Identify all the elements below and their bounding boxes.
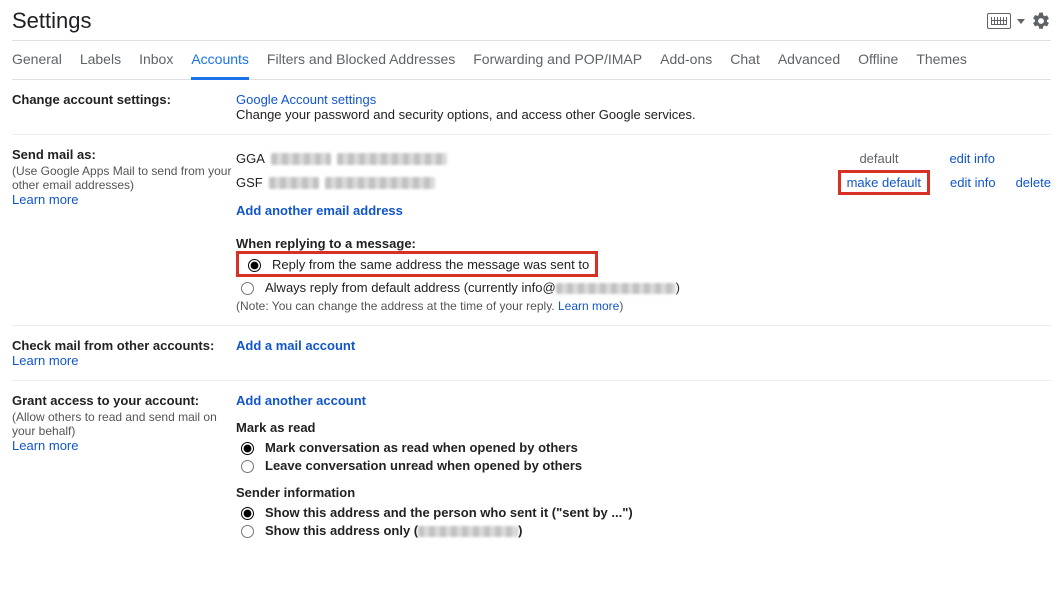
section-check-mail: Check mail from other accounts: Learn mo… <box>12 326 1051 381</box>
redacted-text <box>337 153 447 165</box>
sender-only-label: Show this address only () <box>265 523 522 538</box>
sender-full-label: Show this address and the person who sen… <box>265 505 633 520</box>
sender-info-heading: Sender information <box>236 485 1051 500</box>
tab-offline[interactable]: Offline <box>858 51 898 79</box>
sender-full-radio[interactable] <box>241 507 254 520</box>
keyboard-icon[interactable] <box>987 13 1011 29</box>
mark-read-radio[interactable] <box>241 442 254 455</box>
send-mail-learn-more[interactable]: Learn more <box>12 192 78 207</box>
section-send-mail-as: Send mail as: (Use Google Apps Mail to s… <box>12 135 1051 326</box>
mark-unread-radio[interactable] <box>241 460 254 473</box>
send-as-status: default <box>859 151 929 166</box>
send-mail-sub: (Use Google Apps Mail to send from your … <box>12 164 236 192</box>
make-default-link[interactable]: make default <box>847 175 921 190</box>
grant-access-sub: (Allow others to read and send mail on y… <box>12 410 236 438</box>
add-email-address-link[interactable]: Add another email address <box>236 203 403 218</box>
mark-unread-label: Leave conversation unread when opened by… <box>265 458 582 473</box>
grant-access-learn-more[interactable]: Learn more <box>12 438 78 453</box>
reply-note: (Note: You can change the address at the… <box>236 299 1051 313</box>
google-account-settings-link[interactable]: Google Account settings <box>236 92 376 107</box>
redacted-text <box>325 177 435 189</box>
make-default-highlight: make default <box>838 170 930 195</box>
tab-accounts[interactable]: Accounts <box>191 51 249 80</box>
delete-address-link[interactable]: delete <box>1016 175 1051 190</box>
tab-inbox[interactable]: Inbox <box>139 51 173 79</box>
send-as-name: GGA <box>236 151 265 166</box>
change-account-desc: Change your password and security option… <box>236 107 1051 122</box>
chevron-down-icon[interactable] <box>1017 19 1025 24</box>
check-mail-learn-more[interactable]: Learn more <box>12 353 78 368</box>
tab-forwarding[interactable]: Forwarding and POP/IMAP <box>473 51 642 79</box>
grant-access-heading: Grant access to your account: <box>12 393 236 408</box>
tab-advanced[interactable]: Advanced <box>778 51 840 79</box>
edit-info-link[interactable]: edit info <box>949 151 995 166</box>
mark-as-read-heading: Mark as read <box>236 420 1051 435</box>
sender-only-radio[interactable] <box>241 525 254 538</box>
edit-info-link[interactable]: edit info <box>950 175 996 190</box>
tab-general[interactable]: General <box>12 51 62 79</box>
tab-filters[interactable]: Filters and Blocked Addresses <box>267 51 455 79</box>
redacted-text <box>269 177 319 189</box>
reply-default-address-label: Always reply from default address (curre… <box>265 280 680 295</box>
redacted-text <box>556 283 676 294</box>
tab-addons[interactable]: Add-ons <box>660 51 712 79</box>
redacted-text <box>271 153 331 165</box>
section-change-account: Change account settings: Google Account … <box>12 80 1051 135</box>
send-as-name: GSF <box>236 175 263 190</box>
section-grant-access: Grant access to your account: (Allow oth… <box>12 381 1051 552</box>
reply-default-address-radio[interactable] <box>241 282 254 295</box>
check-mail-heading: Check mail from other accounts: <box>12 338 236 353</box>
top-icons <box>987 11 1051 31</box>
reply-note-learn-more[interactable]: Learn more <box>558 299 619 313</box>
change-account-heading: Change account settings: <box>12 92 236 107</box>
gear-icon[interactable] <box>1031 11 1051 31</box>
tab-themes[interactable]: Themes <box>916 51 967 79</box>
reply-same-address-label: Reply from the same address the message … <box>272 257 589 272</box>
tab-chat[interactable]: Chat <box>730 51 760 79</box>
reply-heading: When replying to a message: <box>236 236 1051 251</box>
tab-labels[interactable]: Labels <box>80 51 121 79</box>
mark-read-label: Mark conversation as read when opened by… <box>265 440 578 455</box>
settings-tabs: General Labels Inbox Accounts Filters an… <box>12 41 1051 80</box>
add-mail-account-link[interactable]: Add a mail account <box>236 338 355 353</box>
page-title: Settings <box>12 8 92 34</box>
send-as-row: GSF make default edit info delete <box>236 170 1051 195</box>
redacted-text <box>418 526 518 537</box>
reply-same-address-radio[interactable] <box>248 259 261 272</box>
reply-same-address-highlight: Reply from the same address the message … <box>236 251 598 277</box>
add-another-account-link[interactable]: Add another account <box>236 393 366 408</box>
send-as-row: GGA default edit info <box>236 151 1051 166</box>
send-mail-heading: Send mail as: <box>12 147 236 162</box>
